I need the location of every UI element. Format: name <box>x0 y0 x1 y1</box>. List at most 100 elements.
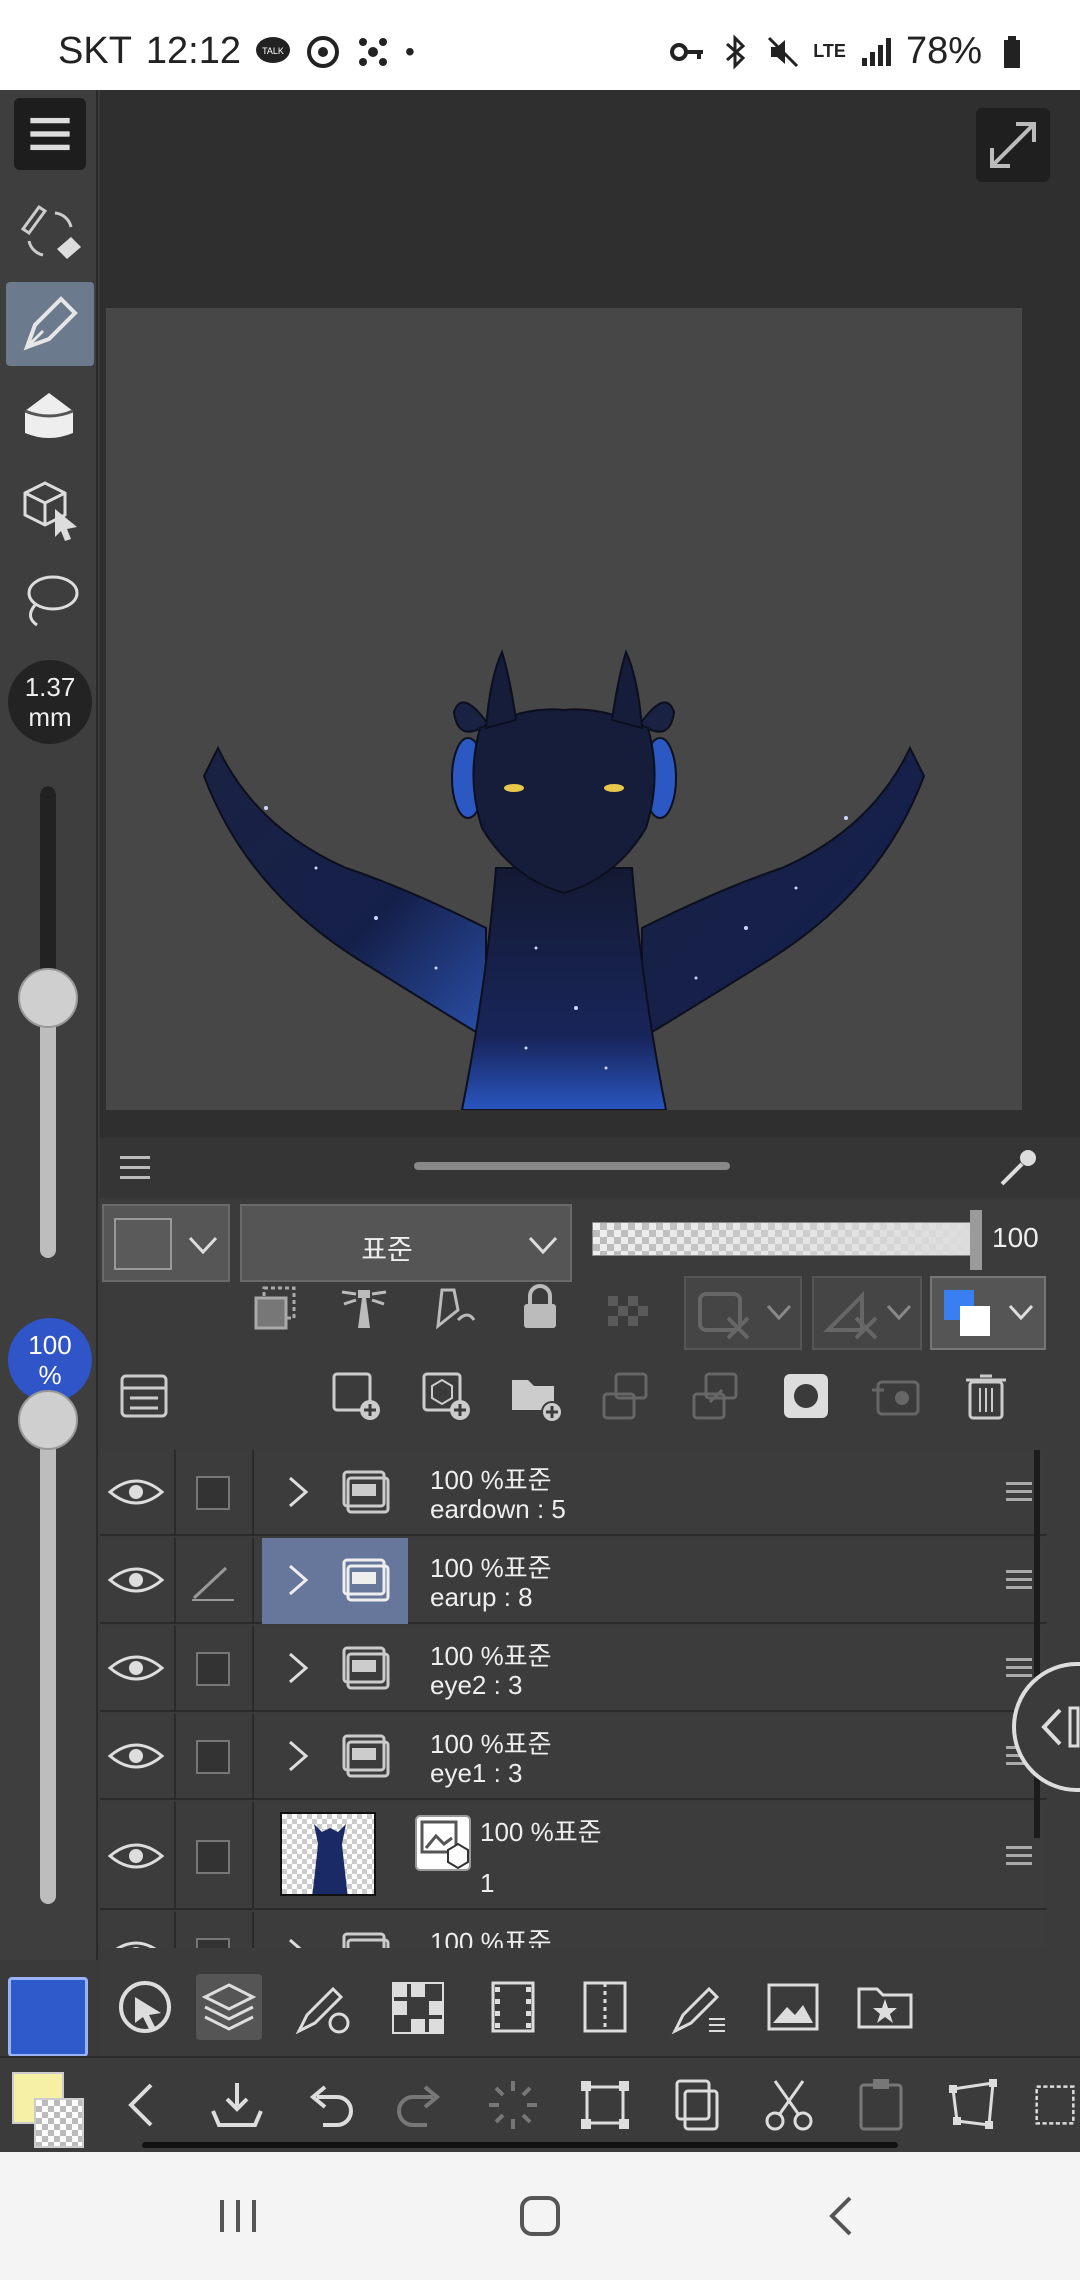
canvas-area[interactable] <box>100 90 1080 1138</box>
layer-options-row <box>100 1276 1080 1360</box>
delete-layer-button[interactable] <box>954 1364 1018 1428</box>
pen-eraser-toggle-button[interactable] <box>6 190 94 274</box>
eye-icon[interactable] <box>106 1836 166 1876</box>
layer-edit-checkbox[interactable] <box>196 1938 230 1948</box>
quick-access-button[interactable] <box>112 1974 178 2040</box>
layer-opacity-slider[interactable] <box>592 1222 978 1256</box>
layer-row-partial[interactable]: 100 %표준 <box>100 1912 1046 1948</box>
panel-menu-icon[interactable] <box>118 1154 152 1182</box>
color-set-button[interactable] <box>384 1974 450 2040</box>
folder-layer-icon <box>342 1558 390 1602</box>
clip-layer-button[interactable] <box>244 1276 308 1340</box>
copy-icon <box>675 2079 719 2131</box>
animation-cels-button[interactable] <box>572 1974 638 2040</box>
ruler-disabled-icon <box>823 1291 878 1340</box>
lasso-tool-button[interactable] <box>6 558 94 642</box>
fill-tool-button[interactable] <box>6 374 94 458</box>
tool-property-button[interactable] <box>290 1974 356 2040</box>
lighthouse-icon <box>341 1290 387 1328</box>
main-color-swatch[interactable] <box>8 1977 88 2057</box>
layer-opacity-knob[interactable] <box>970 1210 982 1270</box>
new-3d-layer-button[interactable] <box>414 1364 478 1428</box>
layer-color-dropdown[interactable] <box>102 1204 230 1282</box>
back-button[interactable] <box>110 2072 176 2138</box>
new-folder-button[interactable] <box>504 1364 568 1428</box>
home-icon[interactable] <box>510 2186 570 2246</box>
chevron-right-icon[interactable] <box>280 1560 316 1600</box>
chevron-left-icon <box>1041 1706 1080 1748</box>
layer-edit-checkbox[interactable] <box>196 1740 230 1774</box>
transfer-down-button[interactable] <box>594 1364 658 1428</box>
navigator-button[interactable] <box>760 1974 826 2040</box>
layer-list[interactable]: 100 %표준 eardown : 5 100 %표준 earup : 8 10… <box>100 1448 1046 1948</box>
reference-layer-button[interactable] <box>332 1276 396 1340</box>
chevron-right-icon[interactable] <box>280 1736 316 1776</box>
eye-icon[interactable] <box>106 1934 166 1948</box>
new-raster-layer-button[interactable] <box>324 1364 388 1428</box>
merge-down-button[interactable] <box>684 1364 748 1428</box>
new-3d-layer-icon <box>422 1372 470 1420</box>
layer-opacity-value: 100 <box>992 1222 1039 1253</box>
back-nav-icon[interactable] <box>812 2186 872 2246</box>
transparent-color-swatch[interactable] <box>34 2098 84 2148</box>
layer-row-1[interactable]: 100 %표준 1 <box>100 1802 1046 1910</box>
layer-row-eye2[interactable]: 100 %표준 eye2 : 3 <box>100 1626 1046 1712</box>
brush-size-slider-knob[interactable] <box>18 968 78 1029</box>
create-mask-button[interactable] <box>774 1364 838 1428</box>
apply-mask-button[interactable] <box>864 1364 928 1428</box>
layer-edit-checkbox[interactable] <box>196 1476 230 1510</box>
chevron-right-icon[interactable] <box>280 1648 316 1688</box>
undo-button[interactable] <box>296 2072 362 2138</box>
layer-row-earup[interactable]: 100 %표준 earup : 8 <box>100 1538 1046 1624</box>
drawing-canvas[interactable] <box>106 308 1022 1110</box>
lock-transparency-button[interactable] <box>596 1276 660 1340</box>
eyedropper-icon[interactable] <box>996 1146 1040 1190</box>
material-button[interactable] <box>852 1974 918 2040</box>
layer-row-eardown[interactable]: 100 %표준 eardown : 5 <box>100 1450 1046 1536</box>
brush-size-indicator[interactable]: 1.37 mm <box>8 660 92 744</box>
drag-handle-icon[interactable] <box>1006 1568 1032 1592</box>
timeline-button[interactable] <box>480 1974 546 2040</box>
eye-icon[interactable] <box>106 1736 166 1776</box>
drag-handle-icon[interactable] <box>1006 1844 1032 1868</box>
paste-button[interactable] <box>848 2072 914 2138</box>
layer-row-eye1[interactable]: 100 %표준 eye1 : 3 <box>100 1714 1046 1800</box>
redo-button[interactable] <box>388 2072 454 2138</box>
mesh-transform-button[interactable] <box>1030 2072 1080 2138</box>
ruler-enable-dropdown[interactable] <box>812 1276 922 1350</box>
clip-icon <box>254 1286 296 1330</box>
sub-tool-button[interactable] <box>666 1974 732 2040</box>
chevron-right-icon[interactable] <box>280 1934 316 1948</box>
opacity-slider-knob[interactable] <box>18 1390 78 1450</box>
layer-name: earup : 8 <box>430 1582 533 1612</box>
lock-layer-button[interactable] <box>508 1276 572 1340</box>
eye-icon[interactable] <box>106 1560 166 1600</box>
draft-layer-button[interactable] <box>420 1276 484 1340</box>
clock-label: 12:12 <box>145 30 241 72</box>
eye-icon[interactable] <box>106 1472 166 1512</box>
chevron-right-icon[interactable] <box>280 1472 316 1512</box>
layer-color-mode-dropdown[interactable] <box>930 1276 1046 1350</box>
layer-properties-button[interactable] <box>112 1364 176 1428</box>
mask-enable-dropdown[interactable] <box>684 1276 802 1350</box>
recent-apps-icon[interactable] <box>208 2186 268 2246</box>
main-menu-button[interactable] <box>14 98 86 170</box>
save-button[interactable] <box>204 2072 270 2138</box>
layer-edit-checkbox[interactable] <box>196 1652 230 1686</box>
free-transform-button[interactable] <box>940 2072 1006 2138</box>
command-bar-bottom <box>0 2056 1080 2152</box>
layer-edit-checkbox[interactable] <box>196 1840 230 1874</box>
fullscreen-button[interactable] <box>976 108 1050 182</box>
drag-handle-icon[interactable] <box>1006 1656 1032 1680</box>
opacity-slider[interactable] <box>40 1420 56 1904</box>
eye-icon[interactable] <box>106 1648 166 1688</box>
cut-button[interactable] <box>756 2072 822 2138</box>
copy-button[interactable] <box>664 2072 730 2138</box>
pen-tool-button[interactable] <box>6 282 94 366</box>
layers-panel-button[interactable] <box>196 1974 262 2040</box>
transform-button[interactable] <box>572 2072 638 2138</box>
panel-drag-handle[interactable] <box>414 1162 730 1170</box>
drag-handle-icon[interactable] <box>1006 1480 1032 1504</box>
blend-mode-select[interactable]: 표준 <box>240 1204 572 1282</box>
object-select-tool-button[interactable] <box>6 466 94 550</box>
